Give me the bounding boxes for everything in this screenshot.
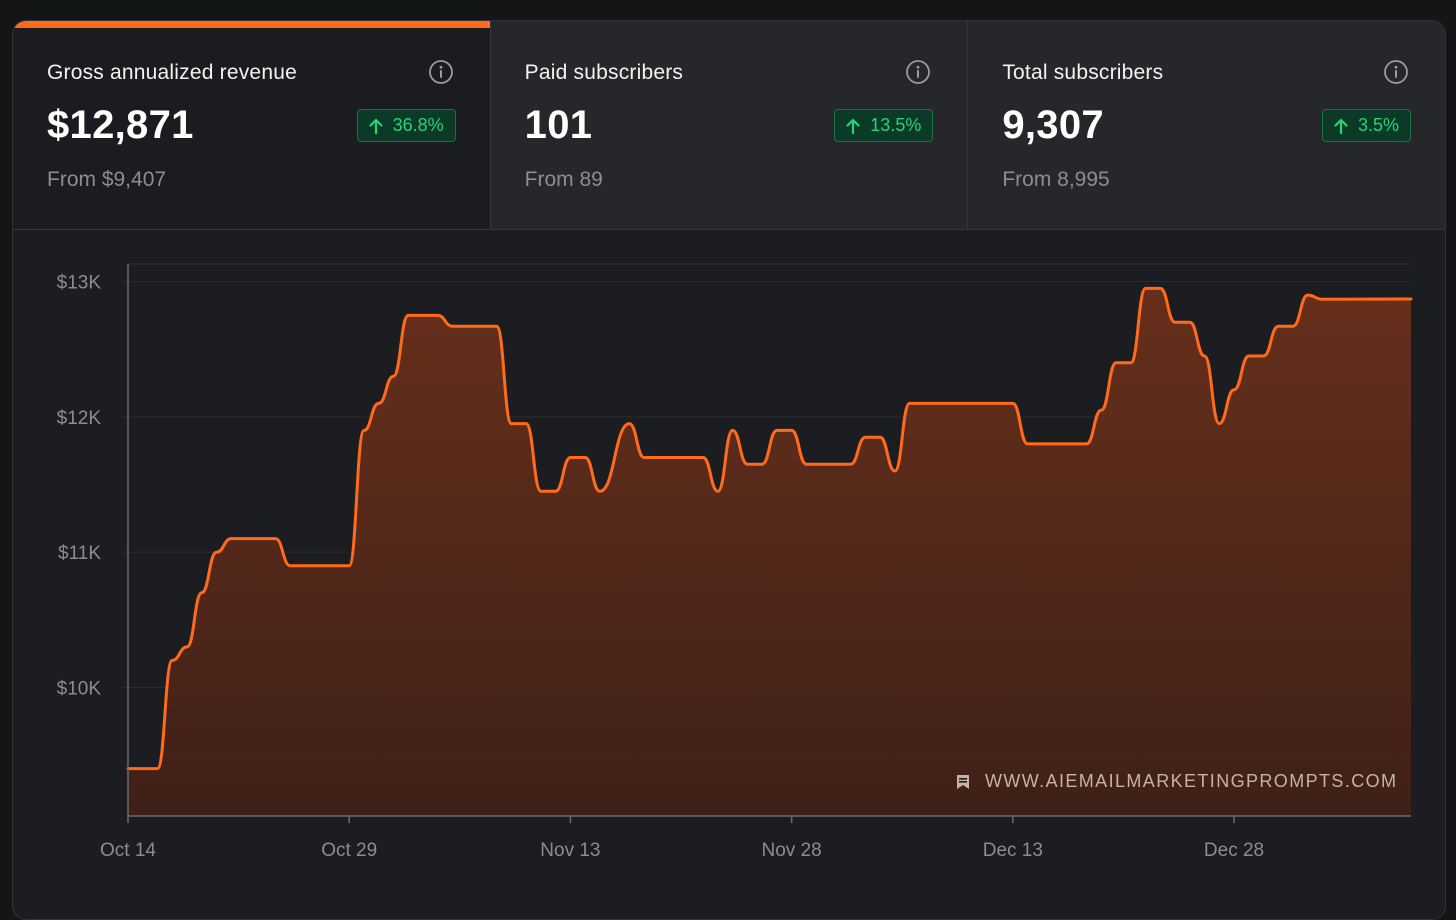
y-tick-label: $11K [58, 543, 101, 564]
x-tick-label: Oct 29 [321, 840, 377, 861]
x-tick-label: Dec 13 [983, 840, 1043, 861]
x-tick-label: Nov 13 [540, 840, 600, 861]
y-tick-label: $13K [57, 273, 102, 294]
y-tick-label: $12K [57, 408, 102, 429]
x-tick-label: Oct 14 [100, 840, 156, 861]
x-tick-label: Nov 28 [762, 840, 822, 861]
dashboard-panel: Gross annualized revenue $12,871 36.8% F… [12, 20, 1446, 920]
y-tick-label: $10K [57, 678, 102, 699]
chart-svg: $10K $11K $12K $13K Oct 14 Oct 29 Nov 13 Nov 28… [57, 263, 1413, 861]
x-tick-label: Dec 28 [1204, 840, 1264, 861]
watermark: WWW.AIEMAILMARKETINGPROMPTS.COM [955, 771, 1397, 792]
revenue-chart[interactable]: $10K $11K $12K $13K Oct 14 Oct 29 Nov 13 Nov 28… [13, 231, 1445, 919]
watermark-text: WWW.AIEMAILMARKETINGPROMPTS.COM [985, 771, 1398, 791]
bookmark-icon [957, 774, 969, 789]
